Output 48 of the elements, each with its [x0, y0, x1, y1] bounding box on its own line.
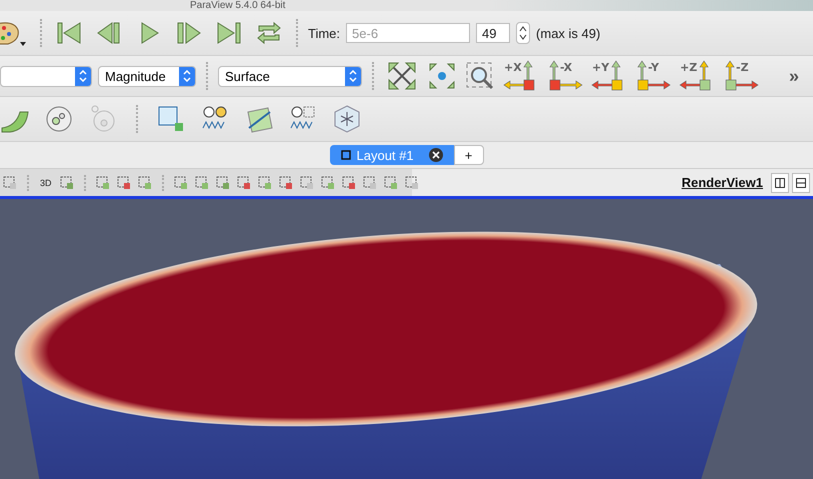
- camera-axis-button[interactable]: +Z: [678, 59, 716, 93]
- selection-tool-icon[interactable]: [340, 174, 357, 190]
- selection-tool-icon[interactable]: [214, 174, 231, 190]
- selection-tool-icon[interactable]: [172, 174, 189, 190]
- selection-tool-icon[interactable]: [2, 174, 18, 190]
- selection-tool-icon[interactable]: [236, 174, 252, 190]
- selection-tool-icon[interactable]: [320, 174, 336, 190]
- selection-tool-icon[interactable]: [58, 174, 75, 190]
- close-icon[interactable]: [428, 148, 442, 162]
- layout-tab[interactable]: +: [454, 145, 484, 165]
- camera-axis-button[interactable]: +Y: [590, 59, 628, 93]
- selection-tool-icon[interactable]: [362, 174, 378, 190]
- selection-tool-icon[interactable]: [404, 174, 420, 190]
- view-name-label: RenderView1: [682, 175, 763, 190]
- selection-tool-icon[interactable]: [136, 174, 153, 190]
- camera-axis-button[interactable]: +X: [502, 59, 540, 93]
- spheres-icon[interactable]: [44, 104, 74, 134]
- camera-axis-button[interactable]: -Z: [722, 59, 760, 93]
- camera-axis-button[interactable]: -X: [546, 59, 584, 93]
- dropdown-arrow-icon: [79, 70, 87, 82]
- layout-tab[interactable]: Layout #1: [330, 145, 454, 165]
- dropdown-arrow-icon: [183, 70, 191, 82]
- selection-tool-icon[interactable]: [194, 174, 210, 190]
- dropdown[interactable]: Magnitude: [98, 66, 196, 86]
- square-select-icon[interactable]: [156, 104, 186, 134]
- selection-tool-icon[interactable]: [116, 174, 132, 190]
- selection-tool-icon[interactable]: [256, 174, 273, 190]
- dropdown[interactable]: [0, 66, 92, 86]
- layout-icon: [340, 150, 350, 160]
- max-timestep-label: (max is 49): [536, 26, 600, 40]
- dropdown[interactable]: Surface: [218, 66, 362, 86]
- zoom-to-box-icon[interactable]: [464, 61, 496, 91]
- 3d-toggle-button[interactable]: 3D: [38, 178, 54, 188]
- time-field[interactable]: 5e-6: [346, 23, 470, 43]
- time-label: Time:: [308, 26, 340, 40]
- camera-axis-button[interactable]: -Y: [634, 59, 672, 93]
- split-vertical-icon[interactable]: [792, 172, 810, 192]
- selection-tool-icon[interactable]: [382, 174, 399, 190]
- timestep-field[interactable]: 49: [476, 23, 510, 43]
- cube-icon[interactable]: [332, 104, 362, 134]
- dropdown-arrow-icon: [349, 70, 357, 82]
- selection-tool-icon[interactable]: [298, 174, 315, 190]
- selection-tool-icon[interactable]: [278, 174, 294, 190]
- toolbar-overflow-button[interactable]: »: [788, 66, 799, 86]
- split-horizontal-icon[interactable]: [771, 172, 789, 192]
- selection-tool-icon[interactable]: [94, 174, 111, 190]
- window-title: ParaView 5.4.0 64-bit: [190, 0, 286, 11]
- spinner-icon[interactable]: [516, 22, 530, 44]
